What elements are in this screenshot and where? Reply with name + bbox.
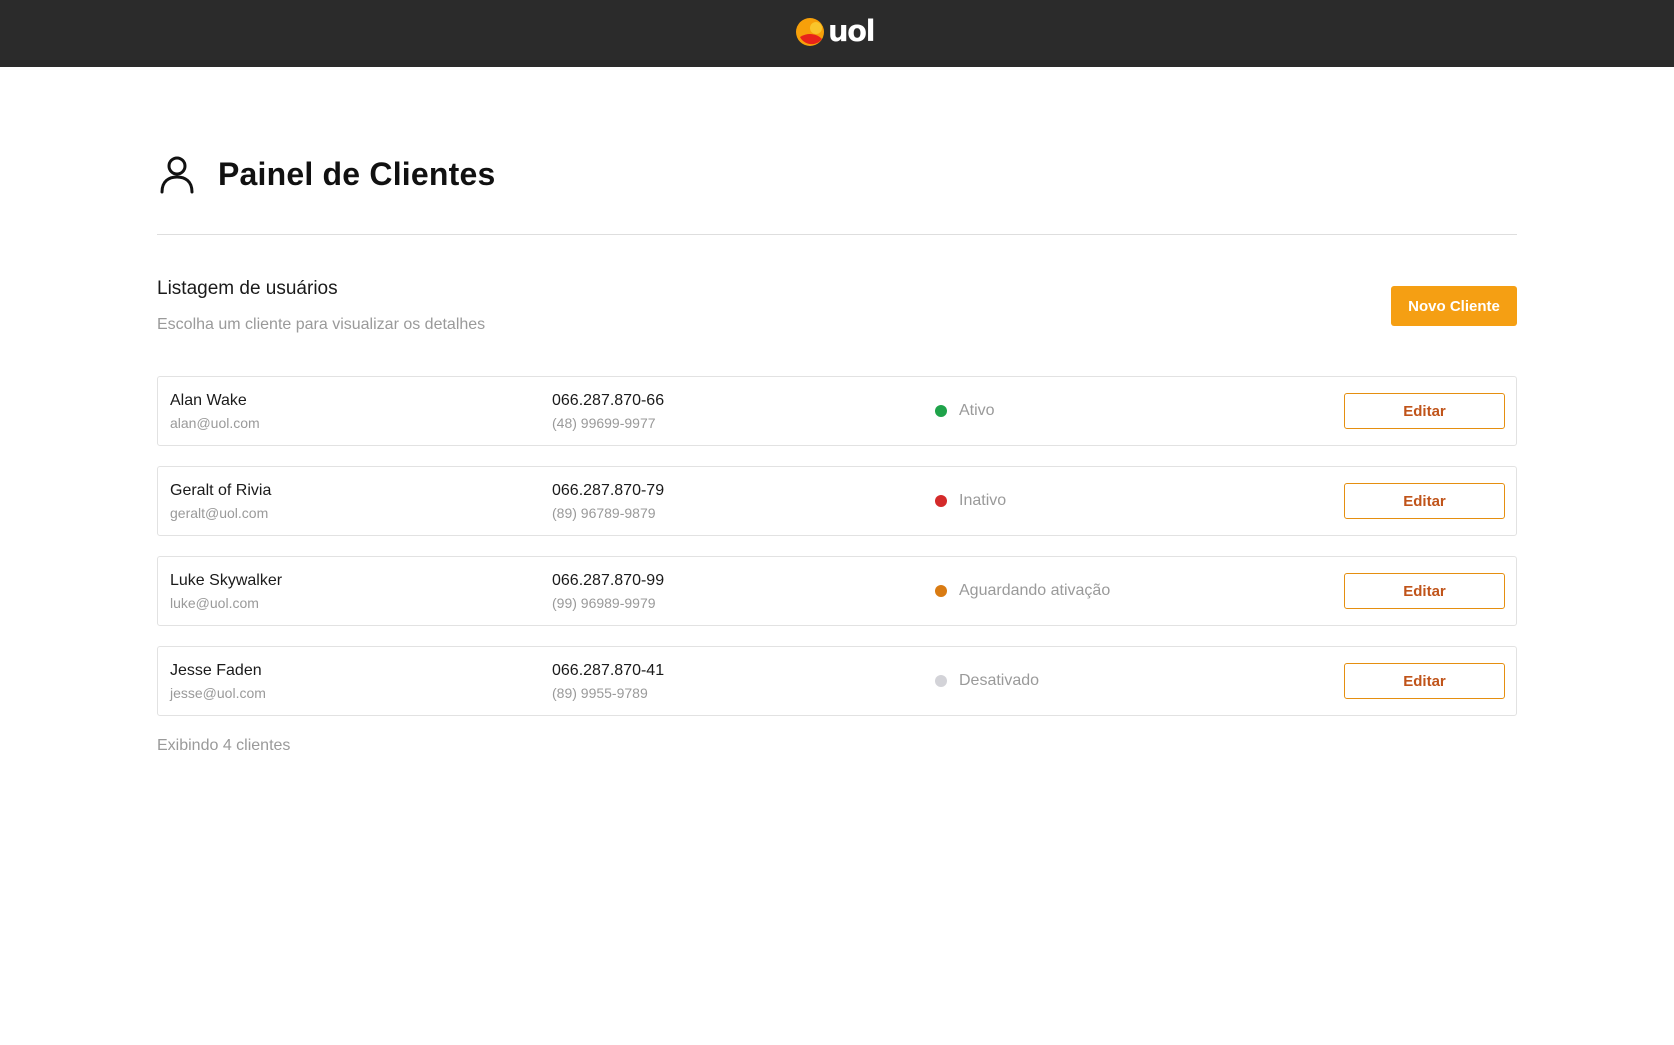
new-client-button[interactable]: Novo Cliente	[1391, 286, 1517, 326]
client-email: luke@uol.com	[170, 595, 259, 611]
top-navigation-bar: uol	[0, 0, 1674, 67]
client-cpf: 066.287.870-66	[552, 392, 665, 409]
edit-client-button[interactable]: Editar	[1344, 393, 1505, 429]
list-subheading: Escolha um cliente para visualizar os de…	[157, 316, 486, 333]
header-divider	[157, 234, 1517, 235]
page-title: Painel de Clientes	[218, 155, 496, 192]
client-name: Jesse Faden	[170, 662, 262, 679]
list-heading: Listagem de usuários	[157, 278, 338, 299]
status-dot-icon	[935, 675, 947, 687]
client-status-cell: Inativo	[935, 467, 1295, 535]
status-dot-icon	[935, 585, 947, 597]
client-name: Geralt of Rivia	[170, 482, 272, 499]
client-name-cell: Alan Wake alan@uol.com	[170, 377, 530, 445]
client-email: alan@uol.com	[170, 415, 260, 431]
client-status-cell: Aguardando ativação	[935, 557, 1295, 625]
status-dot-icon	[935, 405, 947, 417]
client-status-cell: Desativado	[935, 647, 1295, 715]
client-row[interactable]: Geralt of Rivia geralt@uol.com 066.287.8…	[157, 466, 1517, 536]
status-dot-icon	[935, 495, 947, 507]
client-row[interactable]: Alan Wake alan@uol.com 066.287.870-66 (4…	[157, 376, 1517, 446]
client-phone: (99) 96989-9979	[552, 595, 656, 611]
client-row[interactable]: Jesse Faden jesse@uol.com 066.287.870-41…	[157, 646, 1517, 716]
uol-logo[interactable]: uol	[795, 14, 881, 49]
client-name-cell: Jesse Faden jesse@uol.com	[170, 647, 530, 715]
edit-client-button[interactable]: Editar	[1344, 573, 1505, 609]
client-count-text: Exibindo 4 clientes	[157, 737, 291, 754]
client-status: Aguardando ativação	[959, 582, 1111, 599]
client-status: Ativo	[959, 402, 995, 419]
client-email: geralt@uol.com	[170, 505, 269, 521]
user-icon	[160, 156, 194, 194]
client-document-cell: 066.287.870-66 (48) 99699-9977	[552, 377, 912, 445]
page-header: Painel de Clientes	[157, 149, 857, 199]
logo-wordmark: uol	[828, 14, 876, 48]
client-cpf: 066.287.870-41	[552, 662, 665, 679]
edit-client-button[interactable]: Editar	[1344, 483, 1505, 519]
client-name-cell: Geralt of Rivia geralt@uol.com	[170, 467, 530, 535]
client-name: Alan Wake	[170, 392, 247, 409]
edit-client-button[interactable]: Editar	[1344, 663, 1505, 699]
client-row[interactable]: Luke Skywalker luke@uol.com 066.287.870-…	[157, 556, 1517, 626]
client-document-cell: 066.287.870-41 (89) 9955-9789	[552, 647, 912, 715]
client-document-cell: 066.287.870-79 (89) 96789-9879	[552, 467, 912, 535]
client-status: Inativo	[959, 492, 1007, 509]
client-phone: (89) 9955-9789	[552, 685, 648, 701]
client-email: jesse@uol.com	[170, 685, 266, 701]
client-document-cell: 066.287.870-99 (99) 96989-9979	[552, 557, 912, 625]
client-name: Luke Skywalker	[170, 572, 283, 589]
client-cpf: 066.287.870-79	[552, 482, 665, 499]
client-cpf: 066.287.870-99	[552, 572, 665, 589]
client-status-cell: Ativo	[935, 377, 1295, 445]
client-phone: (48) 99699-9977	[552, 415, 656, 431]
client-status: Desativado	[959, 672, 1040, 689]
client-name-cell: Luke Skywalker luke@uol.com	[170, 557, 530, 625]
client-phone: (89) 96789-9879	[552, 505, 656, 521]
